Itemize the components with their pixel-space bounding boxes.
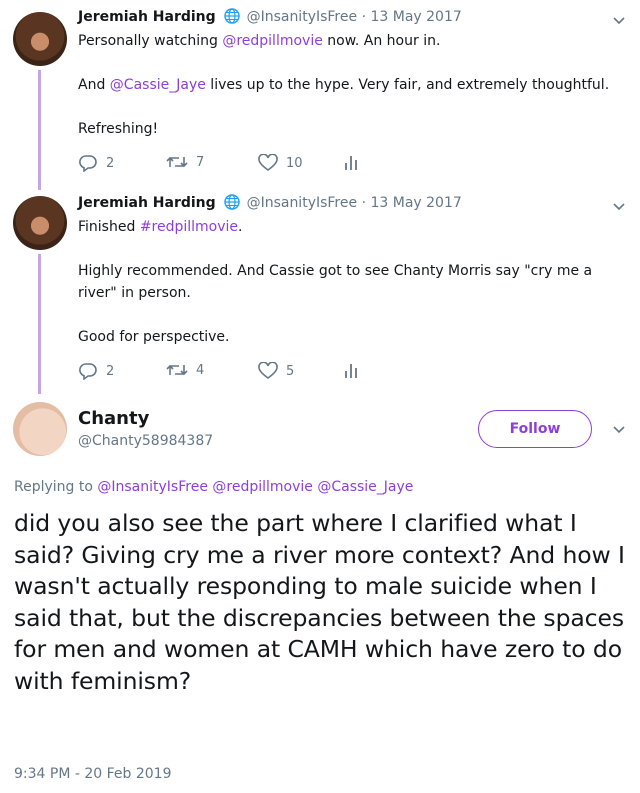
text: lives up to the hype. Very fair, and ext… [205, 77, 610, 93]
tweet-header: Jeremiah Harding @InsanityIsFree · 13 Ma… [78, 194, 462, 214]
like-button[interactable]: 10 [258, 154, 303, 172]
thread-line [38, 70, 41, 190]
tweet-line: And @Cassie_Jaye lives up to the hype. V… [78, 74, 618, 96]
mention-link[interactable]: @redpillmovie [222, 33, 323, 49]
retweet-count: 4 [196, 362, 205, 378]
tweet-line: Refreshing! [78, 121, 159, 137]
reply-icon [79, 155, 97, 172]
separator-dot: · [361, 195, 367, 211]
reply-count: 2 [106, 363, 115, 379]
replying-label: Replying to [14, 479, 93, 495]
author-name[interactable]: Jeremiah Harding [78, 195, 216, 211]
author-handle[interactable]: @InsanityIsFree [247, 195, 358, 211]
tweet-date[interactable]: 13 May 2017 [370, 195, 461, 211]
replying-to: Replying to @InsanityIsFree @redpillmovi… [14, 479, 413, 495]
analytics-icon [345, 156, 357, 170]
author-handle[interactable]: @InsanityIsFree [247, 9, 358, 25]
retweet-button[interactable]: 4 [166, 362, 204, 378]
heart-icon [258, 362, 278, 379]
analytics-button[interactable] [344, 362, 358, 378]
text: And [78, 77, 110, 93]
tweet-body: Finished #redpillmovie. Highly recommend… [78, 216, 618, 348]
chevron-down-icon[interactable] [612, 423, 626, 437]
like-count: 5 [286, 363, 295, 379]
mention-link[interactable]: @Cassie_Jaye [317, 479, 413, 495]
text: . [238, 219, 243, 235]
tweet-text: did you also see the part where I clarif… [14, 509, 625, 695]
tweet-line: Finished #redpillmovie. [78, 216, 618, 238]
retweet-button[interactable]: 7 [166, 154, 204, 170]
tweet-timestamp[interactable]: 9:34 PM - 20 Feb 2019 [14, 766, 172, 782]
author-name[interactable]: Chanty [78, 408, 149, 429]
reply-icon [79, 363, 97, 380]
mention-link[interactable]: @redpillmovie [212, 479, 313, 495]
chevron-down-icon[interactable] [612, 200, 626, 214]
reply-button[interactable]: 2 [78, 362, 114, 380]
text: Personally watching [78, 33, 223, 49]
avatar[interactable] [13, 402, 67, 456]
retweet-count: 7 [196, 154, 205, 170]
text: Finished [78, 219, 140, 235]
chevron-down-icon[interactable] [612, 14, 626, 28]
tweet-line: Personally watching @redpillmovie now. A… [78, 30, 618, 52]
retweet-icon [166, 364, 188, 376]
analytics-button[interactable] [344, 154, 358, 170]
heart-icon [258, 154, 278, 171]
globe-icon [224, 8, 240, 28]
avatar[interactable] [13, 196, 67, 250]
author-name[interactable]: Jeremiah Harding [78, 9, 216, 25]
separator-dot: · [361, 9, 367, 25]
tweet-line: Good for perspective. [78, 329, 230, 345]
retweet-icon [166, 156, 188, 168]
follow-button[interactable]: Follow [478, 410, 592, 448]
tweet-date[interactable]: 13 May 2017 [370, 9, 461, 25]
tweet-body: Personally watching @redpillmovie now. A… [78, 30, 618, 140]
text: now. An hour in. [322, 33, 441, 49]
tweet-header: Jeremiah Harding @InsanityIsFree · 13 Ma… [78, 8, 462, 28]
globe-icon [224, 194, 240, 214]
tweet-line: Highly recommended. And Cassie got to se… [78, 263, 593, 301]
hashtag-link[interactable]: #redpillmovie [140, 219, 238, 235]
like-button[interactable]: 5 [258, 362, 294, 380]
reply-count: 2 [106, 155, 115, 171]
thread-line [38, 254, 41, 394]
avatar[interactable] [13, 12, 67, 66]
author-handle[interactable]: @Chanty58984387 [78, 433, 213, 449]
analytics-icon [345, 364, 357, 378]
mention-link[interactable]: @Cassie_Jaye [110, 77, 206, 93]
mention-link[interactable]: @InsanityIsFree [97, 479, 208, 495]
like-count: 10 [286, 155, 303, 171]
reply-button[interactable]: 2 [78, 154, 114, 172]
